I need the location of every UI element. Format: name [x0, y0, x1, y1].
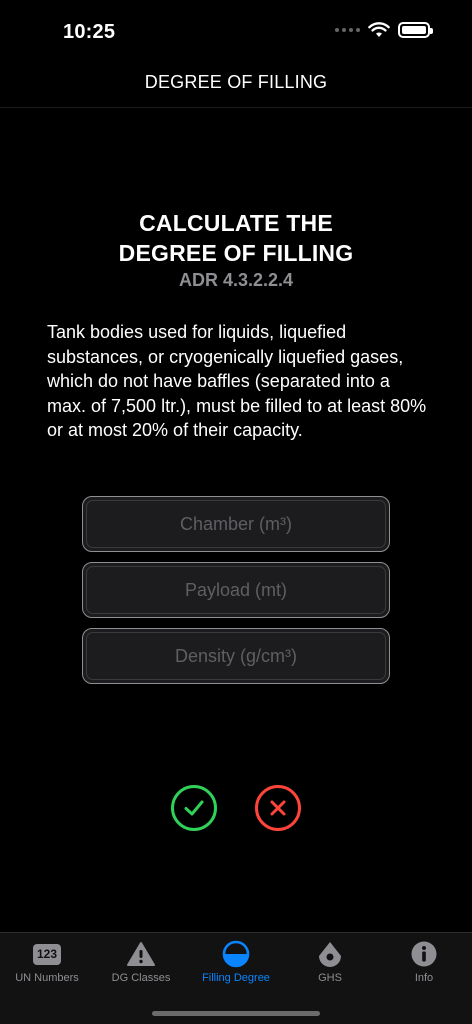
tab-un-numbers[interactable]: 123 UN Numbers	[0, 939, 94, 984]
battery-icon	[398, 22, 433, 38]
close-icon	[270, 800, 286, 816]
chamber-field	[82, 496, 390, 552]
un-numbers-badge-icon: 123	[0, 939, 94, 969]
payload-field	[82, 562, 390, 618]
tab-label: Filling Degree	[202, 972, 270, 984]
drop-icon	[283, 939, 377, 969]
tab-label: DG Classes	[111, 972, 171, 984]
density-input[interactable]	[86, 632, 386, 680]
tab-info[interactable]: Info	[377, 939, 471, 984]
description-text: Tank bodies used for liquids, liquefied …	[47, 322, 427, 441]
clear-button[interactable]	[255, 785, 301, 831]
status-time: 10:25	[63, 21, 116, 43]
nav-title: DEGREE OF FILLING	[144, 72, 328, 92]
headline-line-2: DEGREE OF FILLING	[118, 240, 354, 266]
nav-divider	[0, 107, 472, 108]
page-headline: CALCULATE THE DEGREE OF FILLING	[0, 208, 472, 268]
tab-dg-classes[interactable]: DG Classes	[94, 939, 188, 984]
un-numbers-badge-text: 123	[36, 947, 58, 961]
calculate-button[interactable]	[171, 785, 217, 831]
density-field	[82, 628, 390, 684]
payload-input[interactable]	[86, 566, 386, 614]
headline-line-1: CALCULATE THE	[139, 210, 333, 236]
chamber-input[interactable]	[86, 500, 386, 548]
tab-label: UN Numbers	[15, 972, 79, 984]
checkmark-icon	[184, 800, 204, 816]
home-indicator[interactable]	[152, 1011, 320, 1016]
cellular-signal-icon	[335, 28, 360, 32]
wifi-icon	[368, 22, 390, 37]
tab-label: Info	[414, 972, 434, 984]
tab-filling-degree[interactable]: Filling Degree	[189, 939, 283, 984]
status-icons	[335, 22, 433, 38]
status-bar: 10:25	[0, 0, 472, 60]
warning-triangle-icon	[94, 939, 188, 969]
tab-ghs[interactable]: GHS	[283, 939, 377, 984]
tab-label: GHS	[318, 972, 342, 984]
half-filled-circle-icon	[189, 939, 283, 969]
tab-bar: 123 UN Numbers DG Classes Filling Degree	[0, 932, 472, 1024]
info-circle-icon	[377, 939, 471, 969]
adr-reference: ADR 4.3.2.2.4	[178, 270, 294, 290]
